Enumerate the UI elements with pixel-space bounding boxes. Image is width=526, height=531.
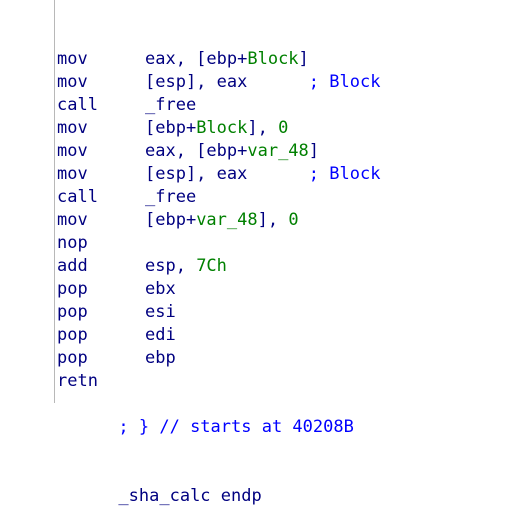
disassembly-listing: mov eax, [ebp+Block] mov [esp], eax ; Block… [57,2,380,531]
operand-text: _free [145,187,197,207]
operand-text: eax, [ebp+ [145,141,248,161]
instruction-comment: ; Block [308,164,381,184]
instruction-mnemonic: pop [57,302,88,322]
instruction-mnemonic: mov [57,141,88,161]
proc-end-label[interactable]: _sha_calc endp [118,486,261,506]
operand-text: ebp [145,348,176,368]
instruction-line[interactable]: mov [esp], eax ; Block [57,71,380,94]
operand-reference[interactable]: var_48 [247,141,308,161]
operand-reference[interactable]: Block [196,118,247,138]
operand-reference[interactable]: 7Ch [196,256,227,276]
instruction-mnemonic: mov [57,72,88,92]
disassembly-view[interactable]: mov eax, [ebp+Block] mov [esp], eax ; Block… [0,0,526,506]
instruction-line[interactable]: mov [ebp+Block], 0 [57,117,380,140]
operand-text: [esp], eax [145,164,248,184]
instruction-line[interactable]: nop [57,232,380,255]
instruction-mnemonic: pop [57,325,88,345]
instruction-line[interactable]: pop ebp [57,347,380,370]
instruction-mnemonic: call [57,95,98,115]
operand-text: _free [145,95,197,115]
operand-text: ] [308,141,320,161]
instruction-mnemonic: mov [57,164,88,184]
instruction-mnemonic: nop [57,233,88,253]
instruction-comment: ; Block [308,72,381,92]
operand-text: ] [298,49,309,69]
operand-text: eax, [ebp+ [145,49,248,69]
operand-text: [ebp+ [145,210,197,230]
instruction-line[interactable]: add esp, 7Ch [57,255,380,278]
code-comment-line: ; } // starts at 40208B [57,393,380,437]
function-end-comment: ; } // starts at 40208B [118,417,354,437]
operand-text: [esp], eax [145,72,248,92]
operand-text: ], [257,210,289,230]
instruction-line[interactable]: retn [57,370,380,393]
instruction-line[interactable]: pop esi [57,301,380,324]
operand-text: esp, [145,256,197,276]
instruction-mnemonic: pop [57,279,88,299]
operand-text: ], [247,118,279,138]
operand-reference[interactable]: 0 [288,210,298,230]
operand-text: ebx [145,279,176,299]
operand-text: [ebp+ [145,118,197,138]
operand-text: edi [145,325,176,345]
instruction-mnemonic: mov [57,210,88,230]
instruction-mnemonic: pop [57,348,88,368]
instruction-line[interactable]: pop edi [57,324,380,347]
instruction-line[interactable]: call _free [57,186,380,209]
instruction-mnemonic: mov [57,49,88,69]
proc-end-line: _sha_calc endp [57,462,380,506]
operand-reference[interactable]: var_48 [196,210,257,230]
instruction-mnemonic: call [57,187,98,207]
instruction-mnemonic: retn [57,371,98,391]
instruction-line[interactable]: mov [ebp+var_48], 0 [57,209,380,232]
instruction-line[interactable]: mov eax, [ebp+Block] [57,48,380,71]
instruction-line[interactable]: mov eax, [ebp+var_48] [57,140,380,163]
comment-spacer [247,72,308,92]
operand-text: esi [145,302,176,322]
instruction-line[interactable]: pop ebx [57,278,380,301]
instruction-line[interactable]: mov [esp], eax ; Block [57,163,380,186]
comment-spacer [247,164,308,184]
operand-reference[interactable]: Block [247,49,298,69]
instruction-line[interactable]: call _free [57,94,380,117]
operand-reference[interactable]: 0 [278,118,288,138]
instruction-mnemonic: mov [57,118,88,138]
instruction-mnemonic: add [57,256,88,276]
gutter-separator [54,0,55,403]
